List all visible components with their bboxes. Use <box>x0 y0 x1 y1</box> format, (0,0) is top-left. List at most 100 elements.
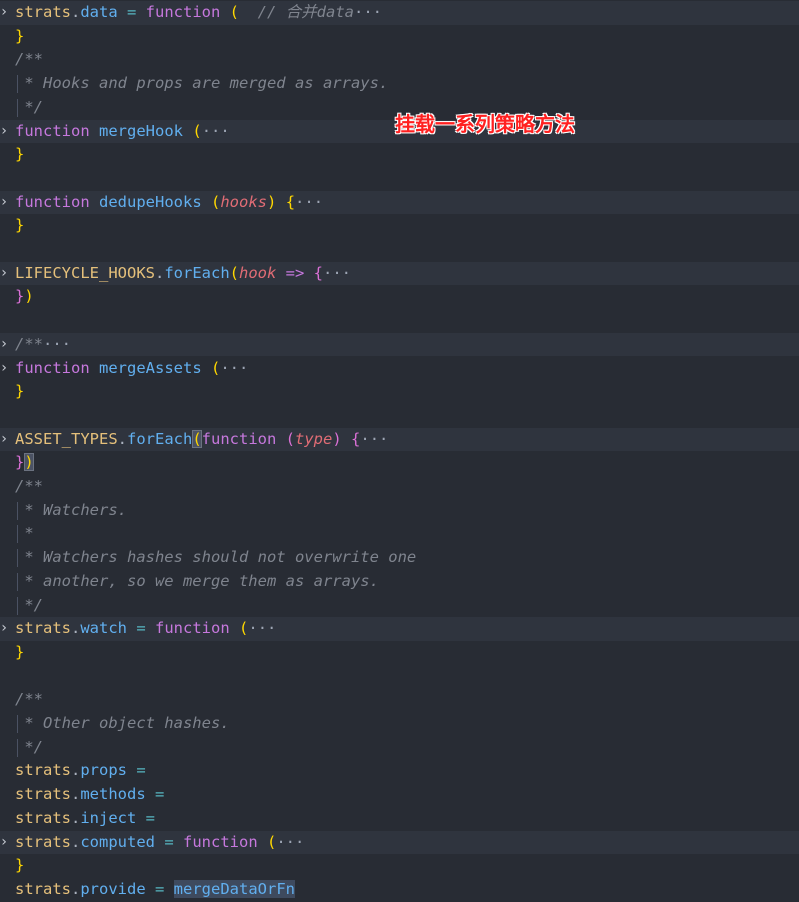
code-text: /** <box>15 688 43 712</box>
code-line[interactable]: } <box>0 143 799 167</box>
folded-ellipsis[interactable]: ··· <box>43 335 71 353</box>
code-token: dedupeHooks <box>99 192 202 211</box>
code-line[interactable]: › ASSET_TYPES.forEach(function (type) {··… <box>0 427 799 452</box>
code-line[interactable]: }) <box>0 451 799 475</box>
code-line[interactable]: * Watchers. <box>0 499 799 523</box>
code-line[interactable] <box>0 238 799 262</box>
code-text: * Watchers. <box>15 499 127 523</box>
code-line[interactable]: * <box>0 522 799 546</box>
code-token: watch <box>80 619 128 638</box>
code-text: */ <box>15 594 43 618</box>
code-token: strats <box>15 808 71 827</box>
code-token: strats <box>15 619 71 638</box>
code-line[interactable]: */ <box>0 594 799 618</box>
code-line[interactable]: strats.provide = mergeDataOrFn <box>0 878 799 902</box>
code-text: * <box>15 522 33 546</box>
code-token: * Hooks and props are merged as arrays. <box>15 74 389 93</box>
code-token: function <box>15 192 90 211</box>
code-line[interactable]: } <box>0 641 799 665</box>
folded-ellipsis[interactable]: ··· <box>220 359 248 377</box>
code-token: } <box>15 856 25 875</box>
fold-chevron-icon[interactable]: › <box>0 1 10 25</box>
code-line[interactable]: ›/**··· <box>0 332 799 357</box>
code-text: } <box>15 214 24 238</box>
fold-chevron-icon[interactable]: › <box>0 333 10 357</box>
code-line[interactable] <box>0 665 799 689</box>
code-line[interactable] <box>0 167 799 191</box>
code-line[interactable]: › function mergeAssets (··· <box>0 357 799 381</box>
folded-ellipsis[interactable]: ··· <box>202 122 230 140</box>
folded-ellipsis[interactable]: ··· <box>248 619 276 637</box>
code-token: ( <box>267 832 277 851</box>
code-line[interactable]: } <box>0 25 799 49</box>
code-line[interactable]: › function dedupeHooks (hooks) {··· <box>0 190 799 215</box>
code-token: ) <box>24 287 34 306</box>
code-token: /** <box>15 477 43 495</box>
code-text: strats.methods = <box>15 783 164 807</box>
fold-chevron-icon[interactable]: › <box>0 262 10 286</box>
code-token: mergeAssets <box>99 358 202 377</box>
code-line[interactable]: */ <box>0 736 799 760</box>
code-token: forEach <box>127 429 193 448</box>
code-line[interactable] <box>0 309 799 333</box>
folded-ellipsis[interactable]: ··· <box>295 193 323 211</box>
fold-chevron-icon[interactable]: › <box>0 831 10 855</box>
folded-ellipsis[interactable]: ··· <box>323 264 351 282</box>
code-line[interactable]: /** <box>0 48 799 72</box>
code-line[interactable]: › strats.computed = function (··· <box>0 830 799 855</box>
code-token: * Other object hashes. <box>15 714 230 732</box>
folded-ellipsis[interactable]: ··· <box>276 833 304 851</box>
folded-ellipsis[interactable]: ··· <box>360 430 388 448</box>
code-text: strats.watch = function (··· <box>15 617 276 641</box>
code-token: } <box>15 642 25 661</box>
code-token: */ <box>15 595 43 614</box>
code-line[interactable]: /** <box>0 688 799 712</box>
code-line[interactable]: } <box>0 854 799 878</box>
code-token: } <box>15 145 25 164</box>
code-line[interactable]: * Hooks and props are merged as arrays. <box>0 72 799 96</box>
fold-chevron-icon[interactable]: › <box>0 428 10 452</box>
fold-chevron-icon[interactable]: › <box>0 357 10 381</box>
code-line[interactable]: * Watchers hashes should not overwrite o… <box>0 546 799 570</box>
code-line[interactable]: * Other object hashes. <box>0 712 799 736</box>
code-line[interactable]: › strats.data = function ( // 合并data··· <box>0 1 799 25</box>
code-line[interactable]: /** <box>0 475 799 499</box>
code-token: . <box>71 619 81 638</box>
folded-ellipsis[interactable]: ··· <box>354 3 382 21</box>
annotation-label: 挂载一系列策略方法 <box>395 112 575 136</box>
fold-chevron-icon[interactable]: › <box>0 617 10 641</box>
code-token: /** <box>15 690 43 709</box>
code-token: function <box>15 121 90 140</box>
code-token: props <box>80 761 128 780</box>
code-line[interactable]: }) <box>0 285 799 309</box>
code-token: . <box>71 808 81 827</box>
code-token: hooks <box>220 192 268 211</box>
code-token: * Watchers hashes should not overwrite o… <box>15 548 417 567</box>
code-token: * another, so we merge them as arrays. <box>15 571 379 590</box>
fold-chevron-icon[interactable]: › <box>0 120 10 144</box>
code-text: */ <box>15 96 43 120</box>
code-line[interactable]: › strats.watch = function (··· <box>0 617 799 641</box>
code-line[interactable]: * another, so we merge them as arrays. <box>0 570 799 594</box>
code-line[interactable]: } <box>0 380 799 404</box>
code-line[interactable] <box>0 404 799 428</box>
code-line[interactable]: strats.methods = <box>0 783 799 807</box>
code-token: ( <box>239 619 249 638</box>
code-line[interactable]: } <box>0 214 799 238</box>
code-token: provide <box>80 879 146 898</box>
code-line[interactable]: strats.inject = <box>0 807 799 831</box>
code-text: } <box>15 641 24 665</box>
code-token: type <box>295 429 333 448</box>
code-text: * Other object hashes. <box>15 712 230 736</box>
code-line[interactable]: › LIFECYCLE_HOOKS.forEach(hook => {··· <box>0 261 799 286</box>
code-token: } <box>15 26 25 45</box>
code-text: */ <box>15 736 43 760</box>
code-text: function mergeHook (··· <box>15 120 230 144</box>
fold-chevron-icon[interactable]: › <box>0 191 10 215</box>
code-line[interactable]: strats.props = <box>0 759 799 783</box>
